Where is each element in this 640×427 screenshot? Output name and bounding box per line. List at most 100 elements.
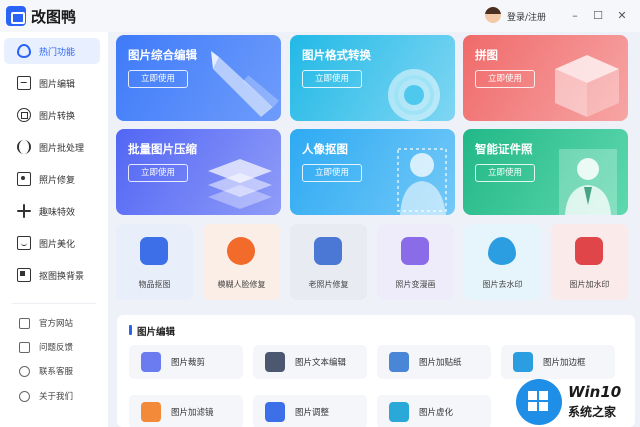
sparkle-icon xyxy=(17,204,31,218)
feature-crop[interactable]: 图片裁剪 xyxy=(129,345,243,379)
sidebar-item-background[interactable]: 抠图换背景 xyxy=(4,262,100,288)
card-title: 拼图 xyxy=(475,48,498,62)
user-avatar[interactable] xyxy=(485,7,501,23)
sidebar-item-label: 图片转换 xyxy=(39,111,76,122)
tool-object-cutout[interactable]: 物品抠图 xyxy=(116,224,193,300)
sidebar-link-about[interactable]: 关于我们 xyxy=(4,386,100,406)
convert-icon xyxy=(17,108,31,122)
ring-icon xyxy=(388,69,440,121)
use-now-button[interactable]: 立即使用 xyxy=(302,70,362,88)
sidebar-item-effects[interactable]: 趣味特效 xyxy=(4,198,100,224)
sidebar-item-label: 图片批处理 xyxy=(39,143,85,154)
sidebar-item-beautify[interactable]: 图片美化 xyxy=(4,230,100,256)
image-edit-icon xyxy=(17,76,31,90)
feature-label: 图片加边框 xyxy=(543,358,586,368)
tool-label: 图片去水印 xyxy=(482,280,523,289)
sidebar-link-label: 关于我们 xyxy=(39,392,74,402)
sidebar-item-hot[interactable]: 热门功能 xyxy=(4,38,100,64)
use-now-button[interactable]: 立即使用 xyxy=(128,70,188,88)
cube-icon xyxy=(555,55,619,117)
sidebar-item-convert[interactable]: 图片转换 xyxy=(4,102,100,128)
sidebar-divider xyxy=(12,303,96,304)
tool-label: 图片加水印 xyxy=(569,280,610,289)
login-link[interactable]: 登录/注册 xyxy=(507,10,546,23)
feature-text-edit[interactable]: 图片文本编辑 xyxy=(253,345,367,379)
sidebar-item-photo-repair[interactable]: 照片修复 xyxy=(4,166,100,192)
feature-sticker[interactable]: 图片加贴纸 xyxy=(377,345,491,379)
use-now-button[interactable]: 立即使用 xyxy=(128,164,188,182)
minimize-button[interactable]: – xyxy=(566,7,584,25)
id-photo-icon xyxy=(559,149,617,215)
site-watermark: Win10 系统之家 xyxy=(512,377,640,427)
sidebar-item-label: 抠图换背景 xyxy=(39,271,85,282)
card-collage[interactable]: 拼图 立即使用 xyxy=(463,35,628,121)
feature-blur[interactable]: 图片虚化 xyxy=(377,395,491,427)
sidebar-item-image-edit[interactable]: 图片编辑 xyxy=(4,70,100,96)
card-batch-compress[interactable]: 批量图片压缩 立即使用 xyxy=(116,129,281,215)
sidebar-item-batch[interactable]: 图片批处理 xyxy=(4,134,100,160)
sidebar-link-label: 联系客服 xyxy=(39,367,74,377)
pencil-icon xyxy=(211,51,279,117)
tool-label: 老照片修复 xyxy=(308,280,349,289)
card-title: 图片格式转换 xyxy=(302,48,371,62)
photo-icon xyxy=(314,237,342,265)
photo-repair-icon xyxy=(17,172,31,186)
card-image-editing[interactable]: 图片综合编辑 立即使用 xyxy=(116,35,281,121)
feature-label: 图片加贴纸 xyxy=(419,358,462,368)
tool-blur-face-repair[interactable]: 模糊人脸修复 xyxy=(203,224,280,300)
sidebar-item-label: 照片修复 xyxy=(39,175,76,186)
section-marker xyxy=(129,325,132,335)
tool-label: 模糊人脸修复 xyxy=(217,280,266,289)
tool-photo-to-cartoon[interactable]: 照片变漫画 xyxy=(377,224,454,300)
app-title: 改图鸭 xyxy=(31,8,77,26)
feature-adjust[interactable]: 图片调整 xyxy=(253,395,367,427)
face-icon xyxy=(227,237,255,265)
sidebar-link-feedback[interactable]: 问题反馈 xyxy=(4,337,100,357)
use-now-button[interactable]: 立即使用 xyxy=(475,70,535,88)
feature-border[interactable]: 图片加边框 xyxy=(501,345,615,379)
sticker-icon xyxy=(389,352,409,372)
seal-icon xyxy=(575,237,603,265)
feature-label: 图片文本编辑 xyxy=(295,358,347,368)
cube-icon xyxy=(140,237,168,265)
batch-icon xyxy=(17,140,31,154)
card-id-photo[interactable]: 智能证件照 立即使用 xyxy=(463,129,628,215)
feedback-icon xyxy=(19,341,30,353)
card-format-convert[interactable]: 图片格式转换 立即使用 xyxy=(290,35,455,121)
sidebar-item-label: 图片编辑 xyxy=(39,79,76,90)
support-icon xyxy=(19,365,30,377)
drop-icon xyxy=(488,237,516,265)
text-icon xyxy=(265,352,285,372)
website-icon xyxy=(19,317,30,329)
tool-label: 物品抠图 xyxy=(138,280,171,289)
maximize-button[interactable]: ☐ xyxy=(589,7,607,25)
tool-remove-watermark[interactable]: 图片去水印 xyxy=(464,224,541,300)
windows-logo-icon xyxy=(516,379,562,425)
watermark-line2: 系统之家 xyxy=(568,405,617,419)
close-button[interactable]: ✕ xyxy=(613,7,631,25)
sidebar-link-label: 问题反馈 xyxy=(39,343,74,353)
sidebar-item-label: 热门功能 xyxy=(39,47,76,58)
feature-label: 图片虚化 xyxy=(419,408,454,418)
adjust-icon xyxy=(265,402,285,422)
sidebar-link-website[interactable]: 官方网站 xyxy=(4,313,100,333)
card-title: 批量图片压缩 xyxy=(128,142,197,156)
card-portrait-cutout[interactable]: 人像抠图 立即使用 xyxy=(290,129,455,215)
use-now-button[interactable]: 立即使用 xyxy=(302,164,362,182)
use-now-button[interactable]: 立即使用 xyxy=(475,164,535,182)
section-title: 图片编辑 xyxy=(137,327,176,338)
info-icon xyxy=(19,390,30,402)
main-content: 图片综合编辑 立即使用 图片格式转换 立即使用 拼图 立即使用 批量图片压缩 立… xyxy=(108,32,640,427)
sidebar-item-label: 趣味特效 xyxy=(39,207,76,218)
title-bar: 改图鸭 登录/注册 – ☐ ✕ xyxy=(0,0,640,32)
blur-icon xyxy=(389,402,409,422)
tool-add-watermark[interactable]: 图片加水印 xyxy=(551,224,628,300)
sidebar-link-support[interactable]: 联系客服 xyxy=(4,361,100,381)
portrait-icon xyxy=(397,148,447,215)
feature-label: 图片裁剪 xyxy=(171,358,206,368)
tool-old-photo-repair[interactable]: 老照片修复 xyxy=(290,224,367,300)
crop-icon xyxy=(141,352,161,372)
feature-label: 图片加滤镜 xyxy=(171,408,214,418)
feature-filter[interactable]: 图片加滤镜 xyxy=(129,395,243,427)
flame-icon xyxy=(17,44,31,58)
